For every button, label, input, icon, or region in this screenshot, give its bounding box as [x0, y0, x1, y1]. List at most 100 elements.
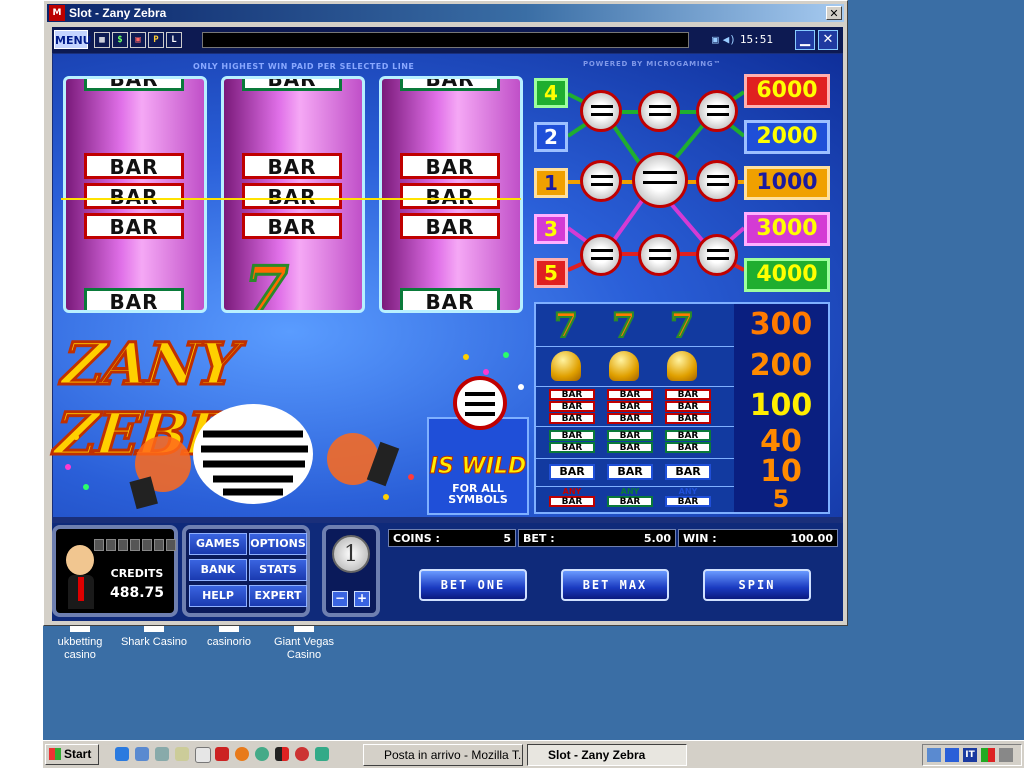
help-button[interactable]: HELP: [189, 585, 247, 607]
desktop-icon-label: ukbetting: [57, 636, 103, 648]
security-tray-icon[interactable]: [981, 748, 995, 762]
coins-field: COINS : 5: [388, 529, 516, 547]
window-icon[interactable]: ▣: [130, 32, 146, 48]
spin-button[interactable]: SPIN: [703, 569, 811, 601]
paytable-row-any-bar: ANY BAR ANY BAR ANY BAR 5: [536, 486, 828, 512]
dollar-icon[interactable]: $: [112, 32, 128, 48]
game-area: MENU ▦ $ ▣ P L ▣ ◀) 15:51 ▁ ✕ ONLY HIGHEST…: [51, 27, 843, 621]
connection-tray-icon[interactable]: [945, 748, 959, 762]
start-button[interactable]: Start: [45, 744, 99, 765]
zebra-head-icon: [696, 234, 738, 276]
coin-decrease-button[interactable]: −: [332, 591, 348, 607]
double-bar-symbol: BAR BAR: [664, 430, 712, 454]
single-bar-symbol: BAR: [664, 464, 712, 481]
paytable-row-triple-bar: BAR BAR BAR BAR BAR BAR BAR BAR BAR 100: [536, 386, 828, 427]
credits-label: CREDITS: [110, 567, 164, 580]
mini-bar: BAR: [665, 413, 711, 424]
reel-symbol-bar: BAR: [400, 183, 500, 209]
bell-icon: [600, 349, 648, 381]
options-button[interactable]: OPTIONS: [249, 533, 307, 555]
reel-symbol-bar: BAR: [242, 183, 342, 209]
media-icon[interactable]: [295, 747, 309, 761]
paytable-row-seven: 7 7 7 300: [536, 304, 828, 347]
menu-button[interactable]: MENU: [54, 30, 92, 49]
desktop-icon-casinorio[interactable]: casinorio: [192, 624, 266, 649]
any-bar-symbol: ANY BAR: [606, 488, 654, 508]
screen-left-margin: [0, 0, 43, 740]
zebra-wild-icon: [453, 376, 507, 430]
internet-explorer-icon[interactable]: [115, 747, 129, 761]
p-icon[interactable]: P: [148, 32, 164, 48]
app-icon: M: [49, 5, 65, 21]
mini-bar: BAR: [549, 442, 595, 453]
browser-icon[interactable]: [255, 747, 269, 761]
cashier-icon[interactable]: ▦: [94, 32, 110, 48]
wild-label: IS WILD: [429, 454, 527, 480]
coin-increase-button[interactable]: +: [354, 591, 370, 607]
l-icon[interactable]: L: [166, 32, 182, 48]
window-close-button[interactable]: ✕: [826, 6, 842, 20]
network-icon[interactable]: [135, 747, 149, 761]
desktop-icon-label: Giant Vegas: [274, 636, 334, 648]
app-icon[interactable]: [275, 747, 289, 761]
taskbar-slot-zany-zebra[interactable]: Slot - Zany Zebra: [527, 744, 687, 766]
paytable-row-bell: 200: [536, 346, 828, 387]
triple-bar-symbol: BAR BAR BAR: [606, 389, 654, 425]
bet-max-button[interactable]: BET MAX: [561, 569, 669, 601]
mini-bar: BAR: [607, 442, 653, 453]
mini-bar: BAR: [665, 430, 711, 441]
line-number-5: 5: [534, 258, 568, 288]
reel-symbol-bar: BAR: [400, 288, 500, 310]
bet-one-button[interactable]: BET ONE: [419, 569, 527, 601]
taskbar-mozilla-thunderbird[interactable]: Posta in arrivo - Mozilla T...: [363, 744, 523, 766]
bet-field: BET : 5.00: [518, 529, 676, 547]
window-title: Slot - Zany Zebra: [69, 6, 167, 20]
expert-button[interactable]: EXPERT: [249, 585, 307, 607]
paytable-amount: 300: [734, 304, 828, 346]
bet-value: 5.00: [643, 532, 671, 545]
window-titlebar[interactable]: M Slot - Zany Zebra ✕: [47, 4, 844, 22]
mini-bar: BAR: [665, 389, 711, 400]
desktop-icon-shark-casino[interactable]: Shark Casino: [117, 624, 191, 649]
mini-bar: BAR: [607, 389, 653, 400]
firefox-icon[interactable]: [235, 747, 249, 761]
any-bar-symbol: ANY BAR: [548, 488, 596, 508]
reel-symbol-bar: BAR: [84, 183, 184, 209]
bell-icon: [542, 349, 590, 381]
payout-rule-note: ONLY HIGHEST WIN PAID PER SELECTED LINE: [193, 62, 415, 71]
double-bar-symbol: BAR BAR: [606, 430, 654, 454]
reel-2: BAR BAR BAR BAR 7: [221, 76, 365, 313]
messenger-icon[interactable]: [315, 747, 329, 761]
reel-symbol-bar: BAR: [400, 153, 500, 179]
stats-button[interactable]: STATS: [249, 559, 307, 581]
reel-symbol-bar: BAR: [242, 213, 342, 239]
reel-1: BAR BAR BAR BAR BAR: [63, 76, 207, 313]
desktop-icon-ukbetting-casino[interactable]: ukbetting casino: [43, 624, 117, 662]
bank-button[interactable]: BANK: [189, 559, 247, 581]
host-character: [62, 539, 98, 609]
network-tray-icon[interactable]: [927, 748, 941, 762]
desktop-icon-giant-vegas-casino[interactable]: Giant Vegas Casino: [267, 624, 341, 662]
double-bar-symbol: BAR BAR: [548, 430, 596, 454]
volume-tray-icon[interactable]: [999, 748, 1013, 762]
acrobat-icon[interactable]: [215, 747, 229, 761]
line-pay-4000: 4000: [744, 258, 830, 292]
language-tray-icon[interactable]: IT: [963, 748, 977, 762]
desktop-icon-label: Shark Casino: [120, 636, 188, 648]
coin-selector: 1 − +: [322, 525, 380, 617]
bet-label: BET :: [523, 532, 555, 545]
mini-bar: BAR: [549, 464, 595, 480]
games-button[interactable]: GAMES: [189, 533, 247, 555]
game-minimize-button[interactable]: ▁: [795, 30, 815, 50]
game-close-button[interactable]: ✕: [818, 30, 838, 50]
navigation-buttons: GAMES OPTIONS BANK STATS HELP EXPERT: [182, 525, 310, 617]
mini-bar: BAR: [549, 413, 595, 424]
seven-symbol: 7: [611, 306, 637, 346]
computer-icon[interactable]: [155, 747, 169, 761]
speaker-icon[interactable]: ◀): [723, 33, 736, 46]
notepad-icon[interactable]: [175, 747, 189, 761]
clock-display: ▣ ◀) 15:51: [712, 31, 802, 49]
calendar-icon[interactable]: [195, 747, 211, 763]
line-pay-3000: 3000: [744, 212, 830, 246]
mini-bar: BAR: [549, 430, 595, 441]
